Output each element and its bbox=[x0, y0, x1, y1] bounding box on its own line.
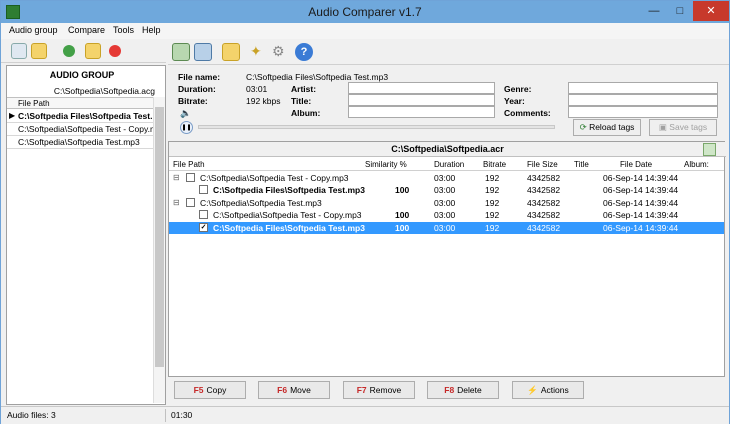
status-bar: Audio files: 3 01:30 bbox=[1, 406, 729, 424]
elapsed-time: 01:30 bbox=[171, 410, 193, 420]
column-file-path[interactable]: File Path bbox=[173, 160, 205, 169]
open-group-icon[interactable] bbox=[31, 43, 47, 59]
comments-field[interactable] bbox=[568, 106, 718, 118]
table-row[interactable]: C:\Softpedia Files\Softpedia Test.mp3 10… bbox=[169, 184, 724, 196]
add-folder-icon[interactable] bbox=[85, 43, 101, 59]
pause-button[interactable]: ❚❚ bbox=[180, 121, 193, 134]
results-table-header: File Path Similarity % Duration Bitrate … bbox=[169, 159, 724, 171]
window-title: Audio Comparer v1.7 bbox=[308, 5, 422, 19]
year-field[interactable] bbox=[568, 94, 718, 106]
column-file-date[interactable]: File Date bbox=[620, 160, 652, 169]
genre-field[interactable] bbox=[568, 82, 718, 94]
vertical-scrollbar[interactable] bbox=[153, 97, 165, 403]
actions-button[interactable]: ⚡ Actions bbox=[512, 381, 584, 399]
playback-progress[interactable] bbox=[198, 125, 555, 129]
list-item[interactable]: ▶ C:\Softpedia Files\Softpedia Test. bbox=[7, 110, 153, 123]
close-button[interactable]: ✕ bbox=[693, 1, 729, 21]
menu-bar: Audio group Compare Tools Help bbox=[1, 23, 729, 39]
title-field[interactable] bbox=[348, 94, 495, 106]
compare-folder-icon[interactable] bbox=[194, 43, 212, 61]
bitrate-value: 192 kbps bbox=[246, 96, 281, 106]
title-bar: Audio Comparer v1.7 — □ ✕ bbox=[1, 1, 729, 23]
refresh-results-icon[interactable] bbox=[703, 143, 716, 156]
column-title[interactable]: Title bbox=[574, 160, 589, 169]
help-icon[interactable]: ? bbox=[295, 43, 313, 61]
collapse-icon[interactable]: ⊟ bbox=[173, 173, 181, 182]
menu-help[interactable]: Help bbox=[142, 25, 161, 35]
left-toolbar bbox=[1, 39, 166, 63]
move-button[interactable]: F6 Move bbox=[258, 381, 330, 399]
column-bitrate[interactable]: Bitrate bbox=[483, 160, 506, 169]
gear-icon[interactable]: ⚙ bbox=[272, 43, 290, 61]
column-duration[interactable]: Duration bbox=[434, 160, 464, 169]
audio-group-panel: AUDIO GROUP C:\Softpedia\Softpedia.acg F… bbox=[6, 65, 166, 405]
artist-field[interactable] bbox=[348, 82, 495, 94]
list-item[interactable]: C:\Softpedia\Softpedia Test.mp3 bbox=[7, 136, 153, 149]
duration-value: 03:01 bbox=[246, 84, 268, 94]
save-tags-button[interactable]: ▣ Save tags bbox=[649, 119, 717, 136]
audio-group-title: AUDIO GROUP bbox=[49, 70, 115, 80]
compare-icon[interactable] bbox=[172, 43, 190, 61]
row-checkbox[interactable] bbox=[186, 173, 195, 182]
file-path-column-header[interactable]: File Path bbox=[7, 97, 153, 109]
action-buttons-bar: F5 Copy F6 Move F7 Remove F8 Delete ⚡ Actions bbox=[168, 379, 725, 405]
copy-button[interactable]: F5 Copy bbox=[174, 381, 246, 399]
column-file-size[interactable]: File Size bbox=[527, 160, 558, 169]
menu-compare[interactable]: Compare bbox=[68, 25, 105, 35]
menu-audio-group[interactable]: Audio group bbox=[9, 25, 58, 35]
album-field[interactable] bbox=[348, 106, 495, 118]
remove-button[interactable]: F7 Remove bbox=[343, 381, 415, 399]
row-checkbox[interactable] bbox=[199, 185, 208, 194]
reload-tags-button[interactable]: ⟳ Reload tags bbox=[573, 119, 641, 136]
remove-file-icon[interactable] bbox=[109, 45, 121, 57]
list-item[interactable]: C:\Softpedia\Softpedia Test - Copy.mp3 bbox=[7, 123, 153, 136]
reload-icon: ⟳ bbox=[579, 122, 587, 132]
app-window: Audio Comparer v1.7 — □ ✕ Audio group Co… bbox=[0, 0, 730, 424]
magic-wand-icon[interactable]: ✦ bbox=[250, 43, 268, 61]
row-checkbox-checked[interactable]: ✓ bbox=[199, 223, 208, 232]
maximize-button[interactable]: □ bbox=[667, 1, 693, 21]
comparison-results-panel: C:\Softpedia\Softpedia.acr File Path Sim… bbox=[168, 141, 726, 377]
new-group-icon[interactable] bbox=[11, 43, 27, 59]
collapse-icon[interactable]: ⊟ bbox=[173, 198, 181, 207]
table-row-selected[interactable]: ✓ C:\Softpedia Files\Softpedia Test.mp3 … bbox=[169, 222, 724, 234]
row-checkbox[interactable] bbox=[186, 198, 195, 207]
main-toolbar: ✦ ⚙ ? bbox=[168, 39, 729, 65]
table-row[interactable]: ⊟ C:\Softpedia\Softpedia Test - Copy.mp3… bbox=[169, 172, 724, 184]
minimize-button[interactable]: — bbox=[641, 1, 667, 21]
save-icon: ▣ bbox=[658, 122, 667, 132]
menu-tools[interactable]: Tools bbox=[113, 25, 134, 35]
delete-button[interactable]: F8 Delete bbox=[427, 381, 499, 399]
lightning-icon: ⚡ bbox=[527, 385, 538, 395]
table-row[interactable]: C:\Softpedia\Softpedia Test - Copy.mp3 1… bbox=[169, 209, 724, 221]
file-name-value: C:\Softpedia Files\Softpedia Test.mp3 bbox=[246, 72, 389, 82]
audio-group-path: C:\Softpedia\Softpedia.acg bbox=[53, 86, 155, 96]
open-result-icon[interactable] bbox=[222, 43, 240, 61]
table-row[interactable]: ⊟ C:\Softpedia\Softpedia Test.mp3 03:00 … bbox=[169, 197, 724, 209]
speaker-icon[interactable]: 🔈 bbox=[180, 108, 191, 119]
row-checkbox[interactable] bbox=[199, 210, 208, 219]
column-similarity[interactable]: Similarity % bbox=[365, 160, 407, 169]
column-album[interactable]: Album: bbox=[684, 160, 709, 169]
file-info-panel: File name: C:\Softpedia Files\Softpedia … bbox=[168, 67, 725, 139]
audio-files-count: Audio files: 3 bbox=[7, 410, 56, 420]
current-row-icon: ▶ bbox=[9, 111, 16, 120]
result-file-title: C:\Softpedia\Softpedia.acr bbox=[169, 142, 726, 157]
add-file-icon[interactable] bbox=[63, 45, 75, 57]
